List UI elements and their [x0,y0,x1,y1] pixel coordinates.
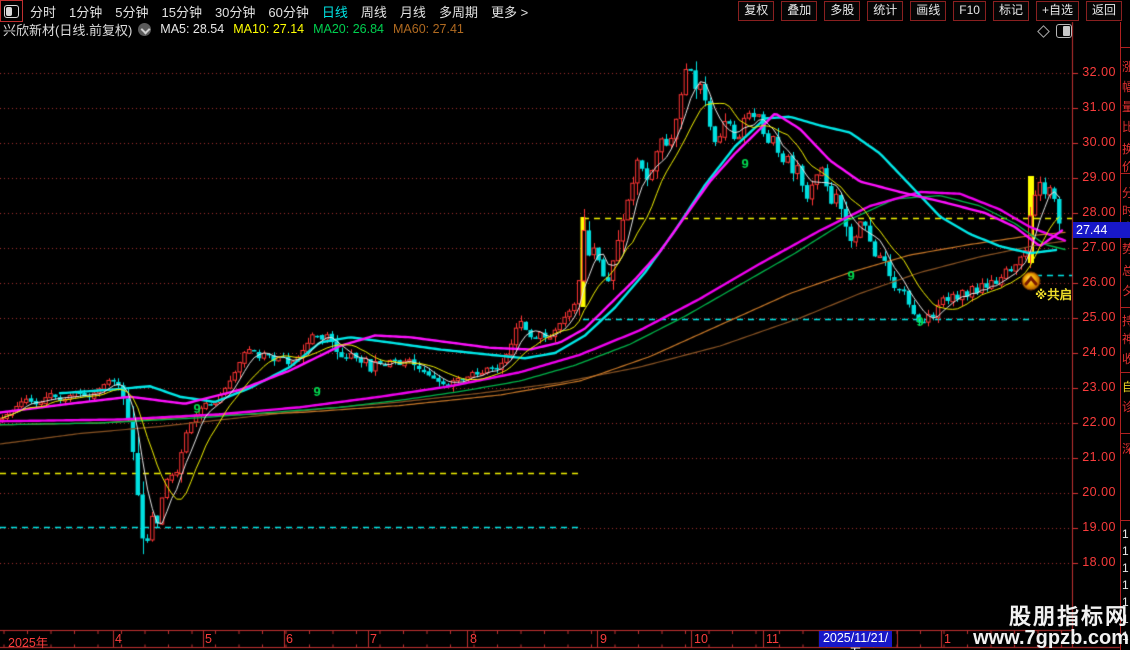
strip-text-fragment[interactable]: 势 [1122,240,1130,257]
period-tab-1分钟[interactable]: 1分钟 [69,2,102,21]
price-axis-label: 29.00 [1082,170,1116,184]
chevron-down-icon[interactable] [138,22,152,36]
price-axis-label: 22.00 [1082,415,1116,429]
month-label-6: 6 [286,632,293,646]
period-tab-日线[interactable]: 日线 [322,2,348,21]
month-label-8: 8 [470,632,477,646]
signal-label: ※共启 [1035,288,1073,302]
toolbar-button-叠加[interactable]: 叠加 [781,1,818,21]
strip-text-fragment[interactable]: 1 [1122,527,1129,541]
month-label-4: 4 [115,632,122,646]
strip-text-fragment[interactable]: 持 [1122,312,1130,329]
period-tab-60分钟[interactable]: 60分钟 [268,2,308,21]
candlestick-chart-canvas[interactable] [0,0,1130,650]
price-axis-label: 23.00 [1082,380,1116,394]
price-axis-label: 19.00 [1082,520,1116,534]
period-tab-多周期[interactable]: 多周期 [439,2,478,21]
toolbar-button-+自选[interactable]: +自选 [1035,1,1079,21]
strip-text-fragment[interactable]: 1 [1122,561,1129,575]
strip-text-fragment[interactable]: 总 [1122,262,1130,279]
right-sidebar-clipped[interactable]: 涨幅量比换价分时走势总夕持神收自诊深1111111 [1120,0,1130,650]
strip-divider [1121,47,1130,48]
period-tab-5分钟[interactable]: 5分钟 [115,2,148,21]
period-tab-更多[interactable]: 更多 > [491,2,528,21]
watermark-url: www.7gpzb.com [973,627,1129,649]
strip-text-fragment[interactable]: 幅 [1122,78,1130,95]
strip-text-fragment[interactable]: 1 [1122,578,1129,592]
strip-text-fragment[interactable]: 分 [1122,184,1130,201]
month-label-7: 7 [370,632,377,646]
price-axis-label: 32.00 [1082,65,1116,79]
toolbar-button-多股[interactable]: 多股 [824,1,861,21]
time-axis: 2025年 2025/11/21/五 分时图表 45678910111 [0,630,1130,650]
strip-text-fragment[interactable]: 换 [1122,140,1130,157]
toolbar-button-标记[interactable]: 标记 [992,1,1029,21]
ma-value: MA5: 28.54 [160,22,225,36]
toolbar-right-buttons: 复权 叠加 多股 统计 画线 F10 标记 +自选 返回 [738,1,1122,21]
month-label-9: 9 [600,632,607,646]
price-axis-label: 20.00 [1082,485,1116,499]
current-price-tag: 27.44 [1073,222,1130,238]
price-axis-label: 30.00 [1082,135,1116,149]
price-axis-label: 18.00 [1082,555,1116,569]
strip-divider [1121,372,1130,373]
panel-toggle-icon[interactable] [1056,24,1072,38]
price-axis-label: 21.00 [1082,450,1116,464]
price-axis-label: 31.00 [1082,100,1116,114]
strip-text-fragment[interactable]: 价 [1122,158,1130,175]
strip-text-fragment[interactable]: 深 [1122,440,1130,457]
strip-text-fragment[interactable]: 收 [1122,350,1130,367]
split-pane-icon [4,4,19,18]
toolbar-button-返回[interactable]: 返回 [1085,1,1122,21]
watermark: 股朋指标网 www.7gpzb.com [973,605,1129,649]
period-tab-分时[interactable]: 分时 [30,2,56,21]
ma-values: MA5: 28.54 MA10: 27.14 MA20: 26.84 MA60: 27… [151,22,464,36]
stock-title: 兴欣新材(日线.前复权) [3,22,133,38]
strip-text-fragment[interactable]: 1 [1122,544,1129,558]
strip-text-fragment[interactable]: 时 [1122,202,1130,219]
price-axis-label: 27.00 [1082,240,1116,254]
price-axis-label: 28.00 [1082,205,1116,219]
trading-app-window: 分时 1分钟 5分钟 15分钟 30分钟 60分钟 日线 周线 月线 多周期 更多 > 复权 叠加 多股… [0,0,1130,650]
price-axis-label: 25.00 [1082,310,1116,324]
strip-divider [1121,520,1130,521]
strip-text-fragment[interactable]: 比 [1122,118,1130,135]
period-tab-15分钟[interactable]: 15分钟 [161,2,201,21]
ma-value: MA10: 27.14 [233,22,305,36]
info-bar: 兴欣新材(日线.前复权) MA5: 28.54 MA10: 27.14 MA20: … [0,22,1072,38]
strip-divider [1121,433,1130,434]
strip-text-fragment[interactable]: 神 [1122,330,1130,347]
watermark-site-name: 股朋指标网 [1008,603,1129,629]
strip-text-fragment[interactable]: 涨 [1122,58,1130,75]
date-tag: 2025/11/21/五 [819,631,892,650]
strip-text-fragment[interactable]: 量 [1122,98,1130,115]
period-tab-30分钟[interactable]: 30分钟 [215,2,255,21]
price-axis-label: 24.00 [1082,345,1116,359]
toolbar-button-画线[interactable]: 画线 [910,1,947,21]
strip-divider [1121,307,1130,308]
month-label-11: 11 [766,632,779,646]
ma-value: MA60: 27.41 [393,22,464,36]
month-label-5: 5 [205,632,212,646]
strip-text-fragment[interactable]: 夕 [1122,282,1130,299]
toolbar-button-F10[interactable]: F10 [953,1,986,21]
month-label-10: 10 [694,632,708,646]
top-toolbar: 分时 1分钟 5分钟 15分钟 30分钟 60分钟 日线 周线 月线 多周期 更多 > 复权 叠加 多股… [0,0,1130,22]
period-tab-周线[interactable]: 周线 [361,2,387,21]
strip-text-fragment[interactable]: 自 [1122,378,1130,395]
strip-text-fragment[interactable]: 诊 [1122,398,1130,415]
toolbar-button-复权[interactable]: 复权 [738,1,775,21]
month-label-partial: 1 [944,632,951,646]
ma-value: MA20: 26.84 [313,22,384,36]
period-tab-月线[interactable]: 月线 [400,2,426,21]
price-axis-label: 26.00 [1082,275,1116,289]
toolbar-button-统计[interactable]: 统计 [867,1,904,21]
